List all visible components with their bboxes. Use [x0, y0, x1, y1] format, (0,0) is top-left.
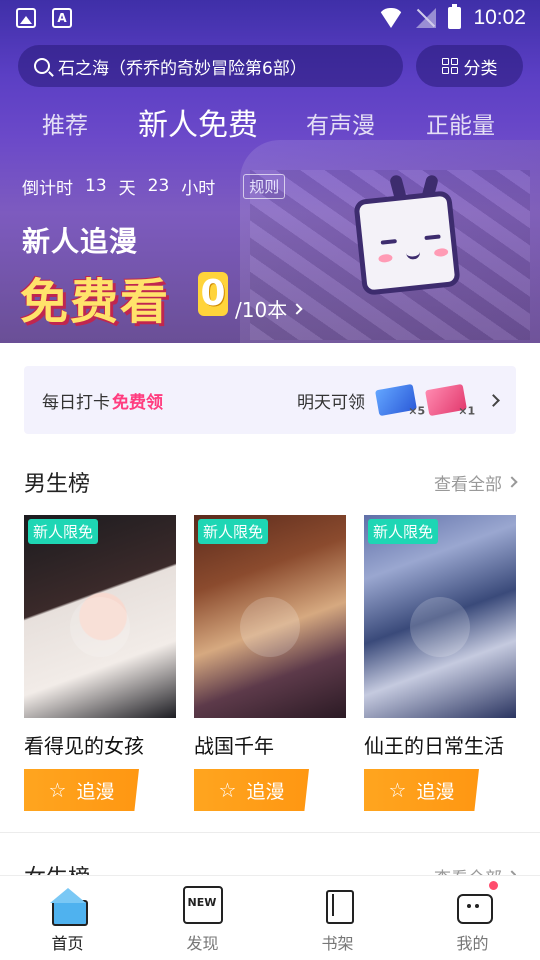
comic-card[interactable]: 新人限免 看得见的女孩 ☆ 追漫 — [24, 515, 176, 811]
search-placeholder: 石之海（乔乔的奇妙冒险第6部） — [58, 58, 307, 79]
countdown-days: 13 — [85, 176, 107, 196]
ticket-qty: ×5 — [408, 404, 426, 418]
battery-icon — [448, 4, 462, 29]
comic-cover[interactable]: 新人限免 — [194, 515, 346, 718]
nav-label: 发现 — [186, 934, 219, 953]
chevron-right-icon — [487, 393, 500, 407]
top-tabs: 推荐 新人免费 有声漫 正能量 — [0, 100, 540, 150]
free-badge: 新人限免 — [368, 519, 439, 544]
nav-home[interactable]: 首页 — [0, 876, 135, 960]
follow-label: 追漫 — [76, 780, 115, 803]
promo-headline: 免费看 — [20, 274, 171, 330]
countdown-days-unit: 天 — [118, 178, 136, 199]
comic-cover[interactable]: 新人限免 — [24, 515, 176, 718]
tab-recommend[interactable]: 推荐 — [42, 106, 88, 140]
promo-count: 0 — [198, 272, 228, 316]
app-notification-icon: A — [52, 8, 72, 28]
section-divider — [0, 832, 540, 833]
star-icon: ☆ — [218, 778, 237, 802]
free-badge: 新人限免 — [198, 519, 269, 544]
discover-new-icon — [182, 886, 223, 924]
tab-newbie-free[interactable]: 新人免费 — [138, 100, 258, 144]
nav-bookshelf[interactable]: 书架 — [270, 876, 405, 960]
comic-card[interactable]: 新人限免 仙王的日常生活 ☆ 追漫 — [364, 515, 516, 811]
mascot-illustration — [353, 173, 468, 296]
checkin-tomorrow-label: 明天可领 — [297, 392, 365, 413]
follow-label: 追漫 — [416, 780, 455, 803]
nav-label: 我的 — [456, 934, 489, 953]
read-ticket-icon: ×1 — [425, 383, 475, 418]
tab-audio-comics[interactable]: 有声漫 — [306, 106, 375, 140]
chevron-right-icon — [291, 302, 303, 315]
countdown-label: 倒计时 — [22, 178, 73, 199]
boys-ranking-header: 男生榜 查看全部 — [24, 466, 518, 498]
coupon-ticket-icon: ×5 — [375, 383, 425, 418]
hero-banner[interactable]: A 10:02 石之海（乔乔的奇妙冒险第6部） 分类 推荐 新人免费 有声漫 正… — [0, 0, 540, 343]
checkin-highlight: 免费领 — [112, 392, 163, 413]
nav-label: 首页 — [51, 934, 84, 953]
notification-dot — [489, 881, 498, 890]
status-bar: A 10:02 — [0, 0, 540, 36]
countdown: 倒计时 13 天 23 小时 规则 — [22, 172, 286, 200]
category-label: 分类 — [463, 58, 498, 79]
nav-discover[interactable]: 发现 — [135, 876, 270, 960]
bottom-navigation: 首页 发现 书架 我的 — [0, 875, 540, 960]
bookshelf-icon — [318, 886, 358, 924]
wifi-icon — [378, 8, 405, 28]
comic-title[interactable]: 仙王的日常生活 — [364, 730, 516, 759]
comic-cover[interactable]: 新人限免 — [364, 515, 516, 718]
boys-ranking-list: 新人限免 看得见的女孩 ☆ 追漫 新人限免 战国千年 ☆ 追漫 新人限免 仙王的… — [24, 515, 516, 815]
follow-button[interactable]: ☆ 追漫 — [194, 769, 309, 811]
nav-profile[interactable]: 我的 — [405, 876, 540, 960]
daily-checkin-bar[interactable]: 每日打卡 免费领 明天可领 ×5 ×1 — [24, 366, 516, 434]
follow-label: 追漫 — [246, 780, 285, 803]
chevron-right-icon — [506, 476, 518, 488]
status-time: 10:02 — [473, 6, 526, 29]
section-title: 男生榜 — [24, 472, 91, 497]
countdown-hours-unit: 小时 — [181, 178, 216, 199]
see-all-label: 查看全部 — [434, 474, 502, 495]
tab-positive-energy[interactable]: 正能量 — [426, 106, 495, 140]
profile-icon — [453, 886, 493, 924]
promo-total: /10本 — [235, 298, 288, 322]
ticket-qty: ×1 — [458, 404, 476, 418]
see-all-link[interactable]: 查看全部 — [434, 470, 518, 495]
home-icon — [48, 886, 88, 926]
promo-title: 新人追漫 — [22, 225, 139, 258]
search-bar[interactable]: 石之海（乔乔的奇妙冒险第6部） — [18, 45, 403, 87]
countdown-hours: 23 — [147, 176, 170, 196]
search-icon — [34, 58, 50, 74]
rules-link[interactable]: 规则 — [243, 173, 286, 199]
grid-icon — [441, 58, 458, 74]
gallery-notification-icon — [16, 8, 36, 28]
free-badge: 新人限免 — [28, 519, 99, 544]
star-icon: ☆ — [48, 778, 67, 802]
follow-button[interactable]: ☆ 追漫 — [24, 769, 139, 811]
comic-title[interactable]: 看得见的女孩 — [24, 730, 176, 759]
category-button[interactable]: 分类 — [416, 45, 523, 87]
star-icon: ☆ — [388, 778, 407, 802]
nav-label: 书架 — [321, 934, 354, 953]
promo-total-link[interactable]: /10本 — [235, 294, 303, 323]
no-signal-icon — [416, 8, 437, 28]
checkin-label: 每日打卡 — [42, 392, 110, 413]
comic-title[interactable]: 战国千年 — [194, 730, 346, 759]
comic-card[interactable]: 新人限免 战国千年 ☆ 追漫 — [194, 515, 346, 811]
follow-button[interactable]: ☆ 追漫 — [364, 769, 479, 811]
